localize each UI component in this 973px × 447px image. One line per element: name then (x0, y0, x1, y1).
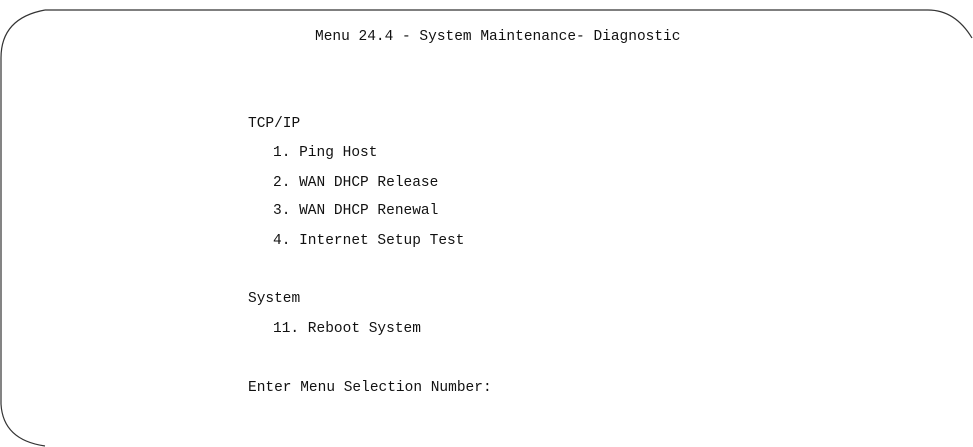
menu-item-wan-dhcp-renewal[interactable]: 3. WAN DHCP Renewal (273, 202, 438, 220)
menu-selection-prompt: Enter Menu Selection Number: (248, 380, 492, 396)
screen-title: Menu 24.4 - System Maintenance- Diagnost… (315, 29, 681, 45)
section-heading-tcpip: TCP/IP (248, 116, 301, 132)
section-heading-system: System (248, 291, 301, 307)
menu-item-wan-dhcp-release[interactable]: 2. WAN DHCP Release (273, 174, 438, 192)
menu-selection-input[interactable] (545, 379, 585, 397)
menu-item-ping-host[interactable]: 1. Ping Host (273, 144, 377, 162)
menu-item-internet-setup-test[interactable]: 4. Internet Setup Test (273, 232, 464, 250)
menu-item-reboot-system[interactable]: 11. Reboot System (273, 320, 421, 338)
